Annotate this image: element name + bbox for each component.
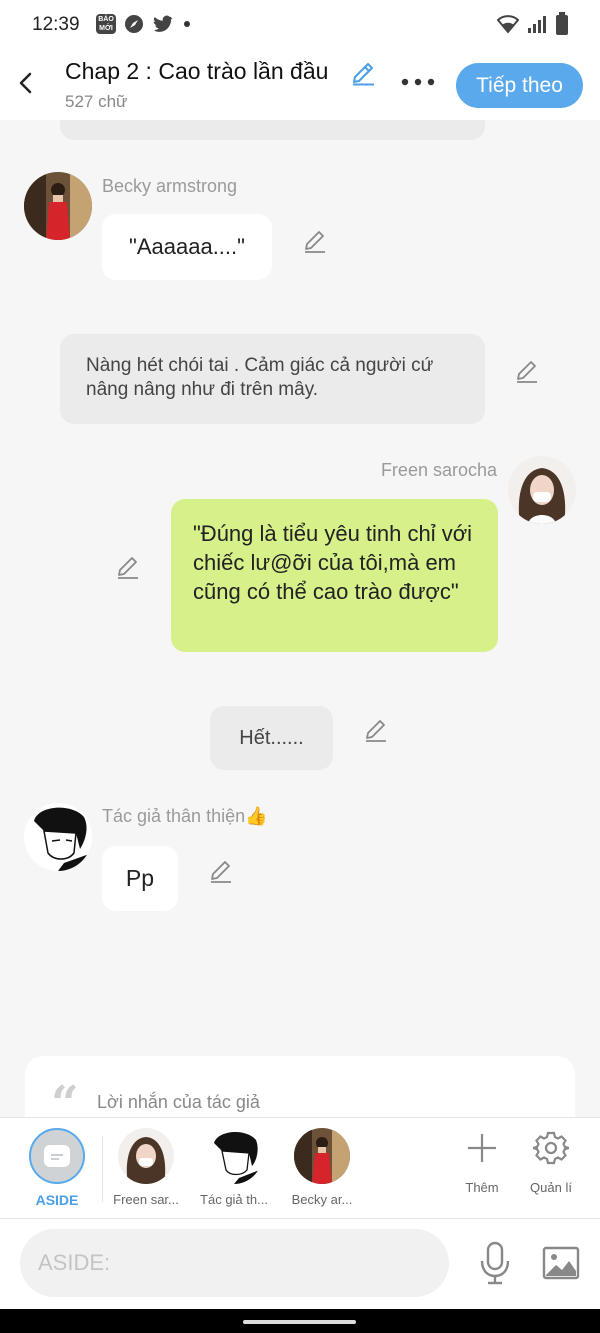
next-chapter-button[interactable]: Tiếp theo (456, 63, 583, 108)
add-character-button[interactable]: Thêm (447, 1128, 517, 1212)
aside-tab[interactable]: ASIDE (22, 1126, 92, 1212)
add-label: Thêm (465, 1180, 499, 1195)
system-nav-bar (0, 1309, 600, 1333)
more-icon[interactable] (398, 70, 438, 94)
narration-bubble[interactable]: Nàng hét chói tai . Cảm giác cả người cứ… (60, 334, 485, 424)
word-count: 527 chữ (65, 92, 128, 111)
aside-label: ASIDE (35, 1192, 79, 1208)
avatar-freen (118, 1128, 174, 1184)
speaker-name: Becky armstrong (102, 176, 238, 196)
message-input[interactable] (20, 1229, 449, 1297)
gear-icon (533, 1131, 569, 1165)
character-label: Freen sar... (113, 1192, 179, 1207)
message-bubble[interactable]: Pp (102, 846, 178, 911)
home-indicator[interactable] (243, 1320, 356, 1324)
chat-area[interactable]: Becky armstrong "Aaaaaa...." Nàng hét ch… (0, 120, 600, 1117)
composer (0, 1219, 600, 1309)
notification-dot (184, 21, 190, 27)
author-note-card[interactable]: “ Lời nhắn của tác giả (25, 1056, 575, 1117)
character-label: Becky ar... (291, 1192, 353, 1207)
narration-bubble[interactable]: Hết...... (210, 706, 333, 770)
image-icon[interactable] (542, 1245, 580, 1281)
manage-button[interactable]: Quản lí (516, 1128, 586, 1212)
message-bubble[interactable]: "Aaaaaa...." (102, 214, 272, 280)
speaker-name: Freen sarocha (380, 460, 497, 480)
pencil-icon[interactable] (302, 228, 328, 254)
avatar-freen[interactable] (508, 456, 576, 524)
signal-icon (528, 16, 546, 33)
aside-icon (29, 1128, 85, 1184)
character-freen[interactable]: Freen sar... (104, 1128, 188, 1212)
status-bar: 12:39 BÁO MỚI (0, 0, 600, 50)
compass-icon (125, 15, 143, 33)
pencil-icon[interactable] (208, 858, 234, 884)
quote-icon: “ (51, 1076, 79, 1117)
author-note-label: Lời nhắn của tác giả (97, 1092, 260, 1112)
baomoi-icon: BÁO MỚI (96, 14, 116, 34)
avatar-becky[interactable] (24, 172, 92, 240)
manage-label: Quản lí (530, 1180, 572, 1195)
pencil-icon[interactable] (115, 554, 141, 580)
avatar-author (206, 1128, 262, 1184)
pencil-icon[interactable] (363, 717, 389, 743)
message-bubble[interactable]: "Đúng là tiểu yêu tinh chỉ với chiếc lư@… (171, 499, 498, 652)
pencil-icon[interactable] (350, 60, 376, 86)
twitter-icon (152, 15, 174, 32)
avatar-becky (294, 1128, 350, 1184)
previous-message-bubble[interactable] (60, 120, 485, 140)
status-time: 12:39 (32, 14, 80, 35)
baomoi-icon-text: BÁO MỚI (98, 16, 114, 32)
character-label: Tác giả th... (200, 1192, 268, 1207)
plus-icon (468, 1134, 496, 1162)
back-icon[interactable] (14, 68, 38, 98)
character-author[interactable]: Tác giả th... (192, 1128, 276, 1212)
speaker-name: Tác giả thân thiện👍 (102, 806, 268, 826)
chapter-header: Chap 2 : Cao trào lần đầu 527 chữ Tiếp t… (0, 50, 600, 120)
character-bar: ASIDE Freen sar... Tác giả th... Becky a… (0, 1117, 600, 1219)
mic-icon[interactable] (478, 1241, 512, 1285)
pencil-icon[interactable] (514, 358, 540, 384)
chapter-title: Chap 2 : Cao trào lần đầu (65, 58, 329, 84)
avatar-author[interactable] (24, 803, 92, 871)
wifi-icon (497, 15, 519, 34)
battery-icon (556, 12, 568, 35)
character-becky[interactable]: Becky ar... (280, 1128, 364, 1212)
